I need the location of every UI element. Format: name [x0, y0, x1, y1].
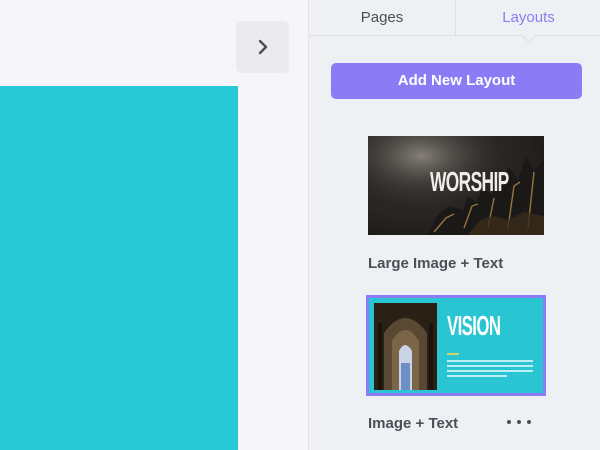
- thumbnail-text-line: [447, 375, 507, 377]
- dot: [507, 420, 511, 424]
- editor-canvas-area: [0, 0, 308, 450]
- cathedral-photo: [374, 303, 437, 390]
- more-options-icon[interactable]: [507, 413, 531, 431]
- thumbnail-text-line: [447, 353, 459, 355]
- add-new-layout-button[interactable]: Add New Layout: [331, 63, 582, 99]
- layout-thumbnail-large-image-text[interactable]: WORSHIP: [368, 136, 544, 235]
- cathedral-graphic: [374, 303, 437, 390]
- thumbnail-text-line: [447, 370, 533, 372]
- thumbnail-text-line: [447, 365, 533, 367]
- tab-pages[interactable]: Pages: [309, 0, 456, 36]
- panel-tabs: Pages Layouts: [309, 0, 600, 44]
- thumbnail-text-line: [447, 360, 533, 362]
- canvas-page[interactable]: [0, 86, 238, 450]
- layout-name-image-text: Image + Text: [368, 415, 459, 432]
- layouts-panel: Pages Layouts Add New Layout WORSHIP Lar…: [308, 0, 600, 450]
- thumbnail-title-text: WORSHIP: [430, 166, 509, 197]
- layout-name-large-image-text: Large Image + Text: [368, 255, 504, 272]
- dot: [517, 420, 521, 424]
- collapse-panel-button[interactable]: [236, 21, 289, 73]
- dot: [527, 420, 531, 424]
- thumbnail-title-text: VISION: [447, 310, 501, 341]
- layout-thumbnail-image-text[interactable]: VISION: [366, 295, 546, 396]
- chevron-right-icon: [258, 39, 267, 55]
